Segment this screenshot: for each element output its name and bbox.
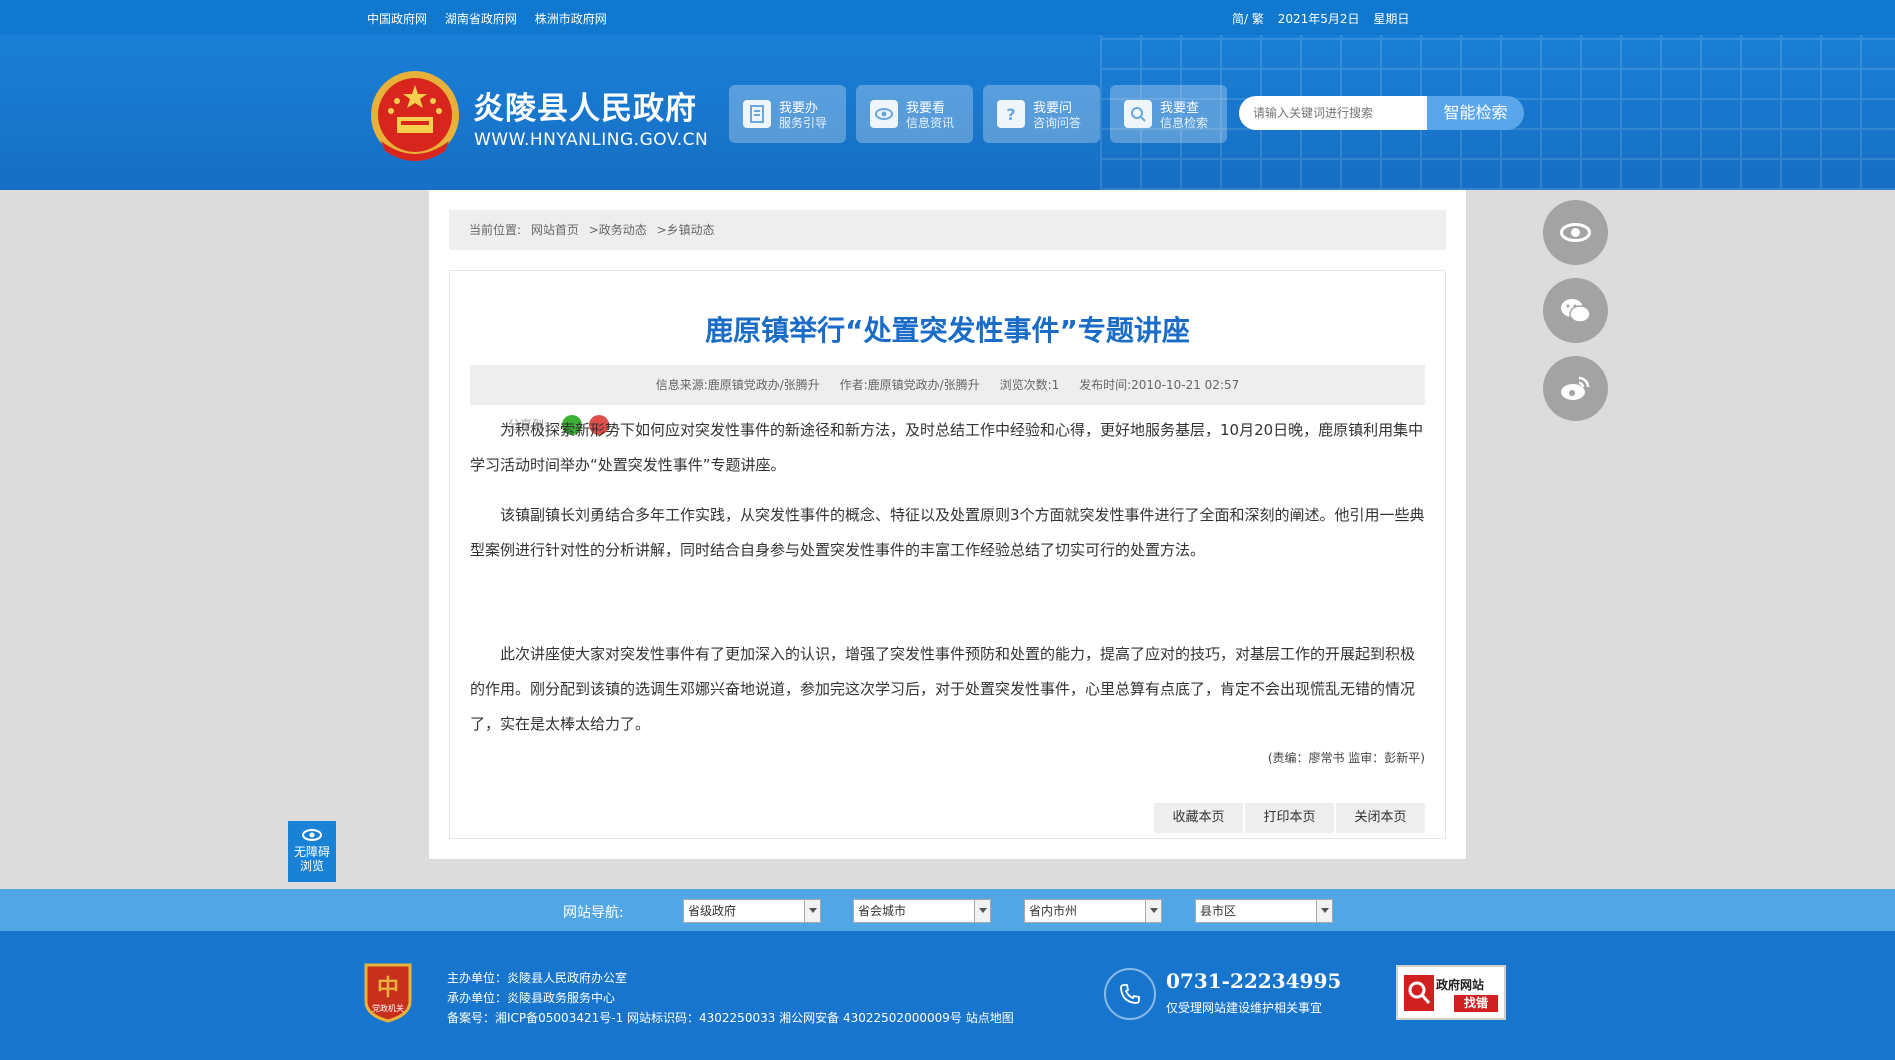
- article-paragraph: 为积极探索新形势下如何应对突发性事件的新途径和新方法，及时总结工作中经验和心得，…: [470, 421, 1424, 474]
- meta-views: 浏览次数:1: [999, 378, 1060, 392]
- chevron-down-icon: [804, 900, 820, 922]
- document-icon: [743, 100, 771, 128]
- eye-icon: [870, 100, 898, 128]
- print-button[interactable]: 打印本页: [1245, 803, 1334, 833]
- magnifier-icon: [1404, 975, 1434, 1011]
- article-paragraph: 此次讲座使大家对突发性事件有了更加深入的认识，增强了突发性事件预防和处置的能力，…: [470, 645, 1416, 733]
- select-provincial-gov[interactable]: 省级政府: [683, 899, 821, 923]
- select-capital-cities[interactable]: 省会城市: [853, 899, 991, 923]
- meta-source: 信息来源:鹿原镇党政办/张腾升: [655, 378, 820, 392]
- select-value: 省内市州: [1029, 904, 1078, 918]
- gov-site-error-report-button[interactable]: 政府网站 找错: [1396, 965, 1506, 1020]
- site-header: 炎陵县人民政府 WWW.HNYANLING.GOV.CN 我要办 服务引导 我要…: [0, 35, 1895, 190]
- lang-switch[interactable]: 简/ 繁: [1232, 12, 1264, 26]
- current-weekday: 星期日: [1373, 12, 1410, 26]
- error-report-line2: 找错: [1454, 995, 1498, 1012]
- article-paragraph: 该镇副镇长刘勇结合多年工作实践，从突发性事件的概念、特征以及处置原则3个方面就突…: [470, 506, 1425, 559]
- breadcrumb-home[interactable]: 网站首页: [531, 223, 579, 237]
- search-button[interactable]: 智能检索: [1427, 96, 1524, 130]
- party-gov-badge-icon[interactable]: 中 党政机关: [362, 961, 414, 1023]
- select-province-cities[interactable]: 省内市州: [1024, 899, 1162, 923]
- svg-text:党政机关: 党政机关: [372, 1003, 404, 1013]
- float-weibo-button[interactable]: [1543, 356, 1608, 421]
- eye-icon: [302, 829, 322, 841]
- meta-author: 作者:鹿原镇党政办/张腾升: [839, 378, 980, 392]
- svg-text:中: 中: [377, 976, 399, 1001]
- footer-info: 主办单位：炎陵县人民政府办公室 承办单位：炎陵县政务服务中心 备案号：湘ICP备…: [447, 968, 1014, 1028]
- main-content: 当前位置: 网站首页 >政务动态 >乡镇动态 鹿原镇举行“处置突发性事件”专题讲…: [429, 190, 1466, 859]
- phone-icon: [1104, 968, 1156, 1020]
- national-emblem-icon: [371, 71, 459, 161]
- footer-phone: 0731-22234995: [1166, 969, 1342, 993]
- quick-sublabel: 信息资讯: [906, 116, 955, 130]
- site-nav-bar: 网站导航: 省级政府 省会城市 省内市州 县市区: [0, 889, 1895, 931]
- quick-info-news[interactable]: 我要看 信息资讯: [856, 85, 973, 143]
- quick-sublabel: 信息检索: [1160, 116, 1209, 130]
- current-date: 2021年5月2日: [1277, 12, 1360, 26]
- question-icon: ?: [997, 100, 1025, 128]
- magnifier-icon: [1124, 100, 1152, 128]
- weibo-icon: [1561, 376, 1590, 400]
- link-gov-cn[interactable]: 中国政府网: [367, 12, 427, 26]
- eye-icon: [1560, 223, 1591, 242]
- link-zhuzhou-gov[interactable]: 株洲市政府网: [535, 12, 607, 26]
- article-actions: 收藏本页 打印本页 关闭本页: [1152, 803, 1425, 833]
- wechat-icon: [1561, 299, 1591, 323]
- quick-sublabel: 服务引导: [779, 116, 828, 130]
- float-wechat-button[interactable]: [1543, 278, 1608, 343]
- article-meta: 信息来源:鹿原镇党政办/张腾升 作者:鹿原镇党政办/张腾升 浏览次数:1 发布时…: [470, 365, 1425, 405]
- article-title: 鹿原镇举行“处置突发性事件”专题讲座: [705, 314, 1190, 347]
- accessibility-button[interactable]: 无障碍 浏览: [288, 821, 336, 882]
- footer-host: 主办单位：炎陵县人民政府办公室: [447, 971, 628, 985]
- meta-published: 发布时间:2010-10-21 02:57: [1079, 378, 1240, 392]
- nav-label: 网站导航:: [563, 905, 624, 921]
- site-footer: 中 党政机关 主办单位：炎陵县人民政府办公室 承办单位：炎陵县政务服务中心 备案…: [0, 931, 1895, 1060]
- chevron-down-icon: [1145, 900, 1161, 922]
- footer-record: 备案号：湘ICP备05003421号-1 网站标识码：4302250033 湘公…: [447, 1011, 1014, 1025]
- top-right: 简/ 繁 2021年5月2日 星期日: [1232, 10, 1419, 27]
- search-input[interactable]: [1239, 96, 1427, 130]
- quick-consult-qa[interactable]: ? 我要问 咨询问答: [983, 85, 1100, 143]
- breadcrumb-label: 当前位置:: [469, 223, 522, 237]
- top-bar: 中国政府网 湖南省政府网 株洲市政府网 简/ 繁 2021年5月2日 星期日: [0, 0, 1895, 35]
- bookmark-button[interactable]: 收藏本页: [1154, 803, 1243, 833]
- editor-credits: (责编：廖常书 监审：彭新平): [1267, 751, 1425, 765]
- top-links: 中国政府网 湖南省政府网 株洲市政府网: [367, 10, 621, 27]
- footer-organizer: 承办单位：炎陵县政务服务中心: [447, 991, 616, 1005]
- select-counties[interactable]: 县市区: [1195, 899, 1333, 923]
- site-domain: WWW.HNYANLING.GOV.CN: [474, 130, 709, 150]
- error-report-line1: 政府网站: [1436, 978, 1485, 992]
- quick-sublabel: 咨询问答: [1033, 116, 1082, 130]
- breadcrumb: 当前位置: 网站首页 >政务动态 >乡镇动态: [449, 210, 1446, 250]
- chevron-down-icon: [1316, 900, 1332, 922]
- select-value: 省级政府: [688, 904, 737, 918]
- select-value: 省会城市: [858, 904, 907, 918]
- quick-info-search[interactable]: 我要查 信息检索: [1110, 85, 1227, 143]
- breadcrumb-town-news[interactable]: >乡镇动态: [657, 223, 715, 237]
- breadcrumb-gov-news[interactable]: >政务动态: [589, 223, 647, 237]
- accessibility-label: 无障碍: [293, 845, 330, 859]
- link-hunan-gov[interactable]: 湖南省政府网: [445, 12, 517, 26]
- close-page-button[interactable]: 关闭本页: [1336, 803, 1425, 833]
- accessibility-label: 浏览: [299, 859, 324, 873]
- site-title: 炎陵县人民政府: [473, 91, 697, 127]
- chevron-down-icon: [974, 900, 990, 922]
- footer-phone-note: 仅受理网站建设维护相关事宜: [1166, 1001, 1323, 1015]
- svg-text:?: ?: [1006, 105, 1015, 124]
- quick-service-guide[interactable]: 我要办 服务引导: [729, 85, 846, 143]
- select-value: 县市区: [1200, 904, 1237, 918]
- article: 鹿原镇举行“处置突发性事件”专题讲座 信息来源:鹿原镇党政办/张腾升 作者:鹿原…: [449, 270, 1446, 839]
- float-view-button[interactable]: [1543, 200, 1608, 265]
